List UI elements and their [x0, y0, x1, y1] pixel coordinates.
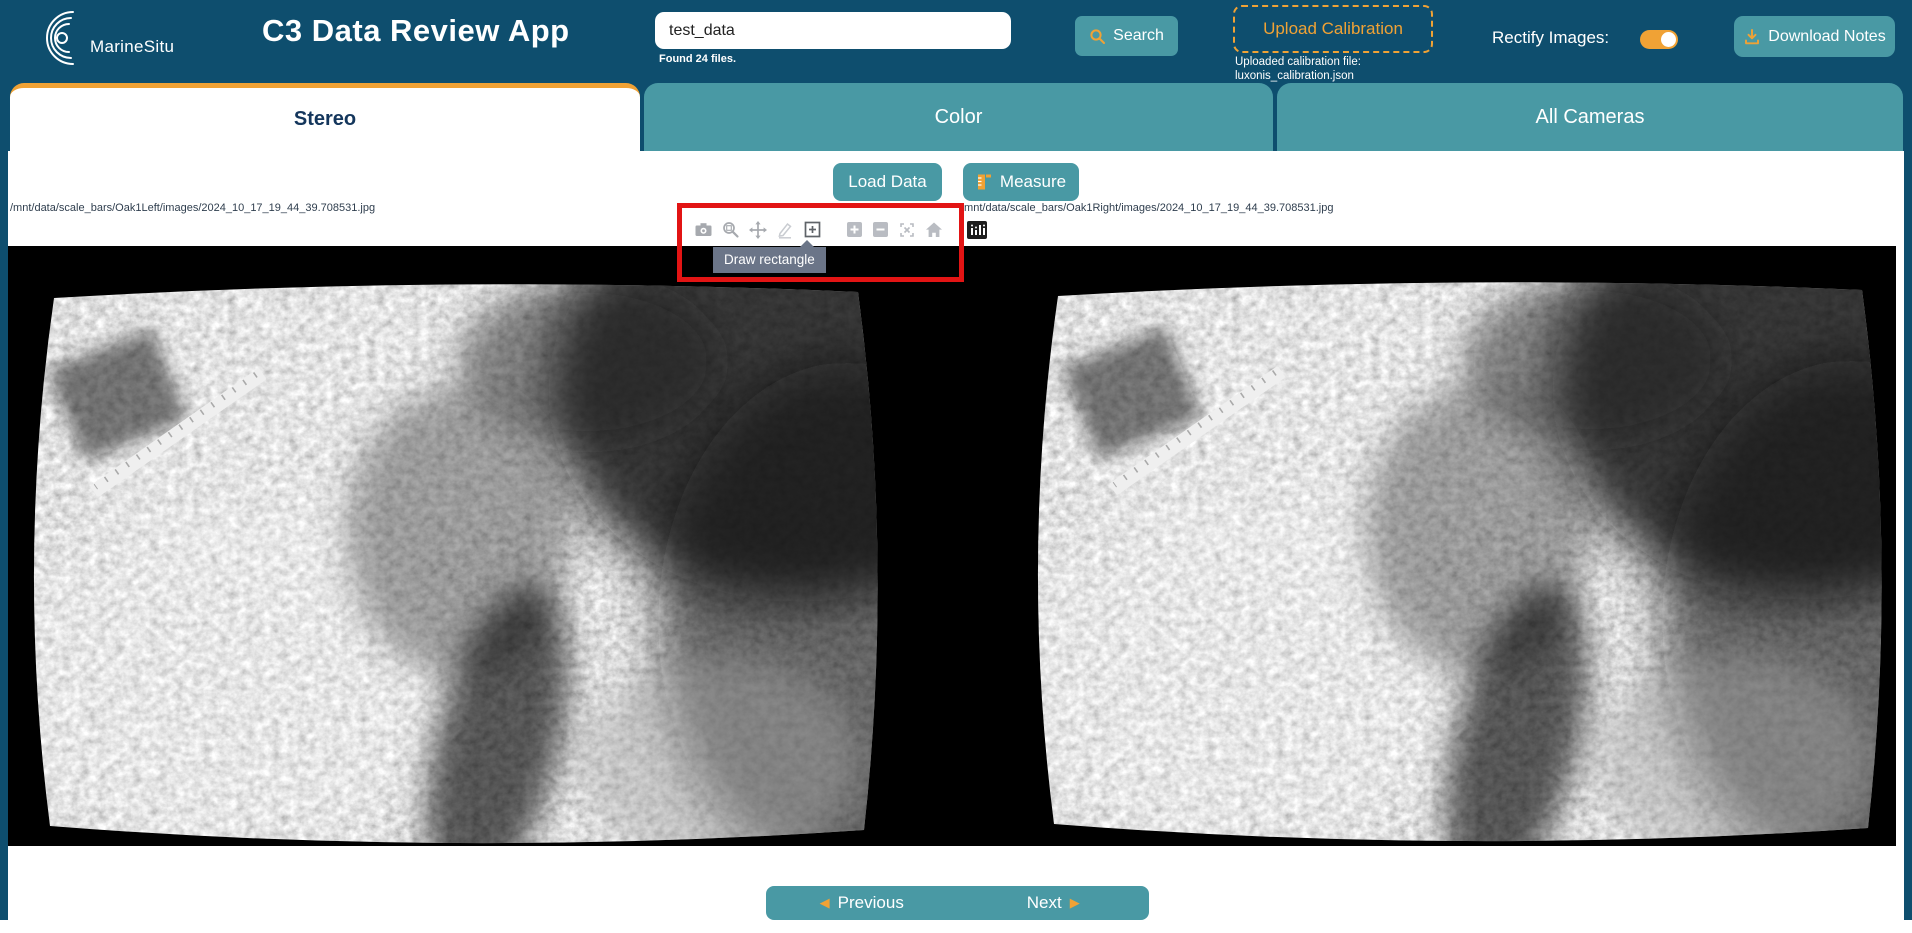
draw-path-icon[interactable]	[776, 221, 794, 239]
stereo-right-image[interactable]	[1032, 280, 1888, 842]
previous-arrow-icon: ◀	[820, 895, 830, 911]
zoom-out-icon[interactable]	[872, 221, 889, 238]
rectify-images-toggle[interactable]	[1640, 30, 1678, 49]
stereo-canvas	[8, 246, 1896, 846]
search-button-label: Search	[1113, 27, 1164, 45]
plotly-logo-icon[interactable]	[967, 221, 987, 239]
next-arrow-icon: ▶	[1070, 895, 1080, 911]
calibration-status-line1: Uploaded calibration file:	[1235, 56, 1361, 68]
tab-color[interactable]: Color	[644, 83, 1273, 151]
zoom-in-icon[interactable]	[846, 221, 863, 238]
autoscale-icon[interactable]	[898, 221, 916, 239]
search-icon	[1089, 28, 1106, 45]
camera-icon[interactable]	[694, 221, 713, 239]
stereo-left-image[interactable]	[28, 282, 884, 844]
next-button[interactable]: Next ▶	[958, 886, 1150, 920]
search-button[interactable]: Search	[1075, 16, 1178, 56]
zoom-icon[interactable]	[722, 221, 740, 239]
logo-text: MarineSitu	[90, 37, 174, 57]
draw-rectangle-tooltip: Draw rectangle	[713, 247, 826, 273]
tab-color-label: Color	[935, 106, 983, 129]
download-icon	[1743, 28, 1761, 46]
logo: MarineSitu	[36, 6, 174, 68]
previous-button[interactable]: ◀ Previous	[766, 886, 958, 920]
rectify-images-label: Rectify Images:	[1492, 28, 1609, 48]
previous-label: Previous	[838, 893, 904, 913]
download-notes-label: Download Notes	[1768, 28, 1885, 46]
tab-stereo-label: Stereo	[294, 108, 356, 131]
calibration-status-line2: luxonis_calibration.json	[1235, 70, 1354, 82]
search-input[interactable]	[655, 12, 1011, 49]
app-title: C3 Data Review App	[262, 13, 570, 49]
draw-rectangle-icon[interactable]	[803, 220, 822, 239]
download-notes-button[interactable]: Download Notes	[1734, 16, 1895, 57]
measure-label: Measure	[1000, 172, 1066, 192]
tab-stereo[interactable]: Stereo	[10, 83, 640, 151]
tab-all-cameras-label: All Cameras	[1536, 106, 1645, 129]
pan-icon[interactable]	[749, 221, 767, 239]
load-data-button[interactable]: Load Data	[833, 163, 942, 201]
ruler-icon	[976, 173, 993, 191]
pager: ◀ Previous Next ▶	[766, 886, 1149, 920]
page-left-margin	[0, 151, 8, 920]
right-image-path: /mnt/data/scale_bars/Oak1Right/images/20…	[961, 202, 1333, 214]
next-label: Next	[1027, 893, 1062, 913]
search-results-count: Found 24 files.	[659, 53, 736, 65]
load-data-label: Load Data	[848, 172, 926, 192]
upload-calibration-button[interactable]: Upload Calibration	[1233, 5, 1433, 53]
home-icon[interactable]	[925, 221, 943, 238]
toggle-knob	[1661, 32, 1676, 47]
page-right-margin	[1904, 151, 1912, 920]
measure-button[interactable]: Measure	[963, 163, 1079, 201]
plot-modebar	[694, 220, 987, 239]
tab-all-cameras[interactable]: All Cameras	[1277, 83, 1903, 151]
left-image-path: /mnt/data/scale_bars/Oak1Left/images/202…	[10, 202, 375, 214]
marinesitu-logo-icon	[36, 8, 96, 68]
upload-calibration-label: Upload Calibration	[1263, 19, 1403, 39]
